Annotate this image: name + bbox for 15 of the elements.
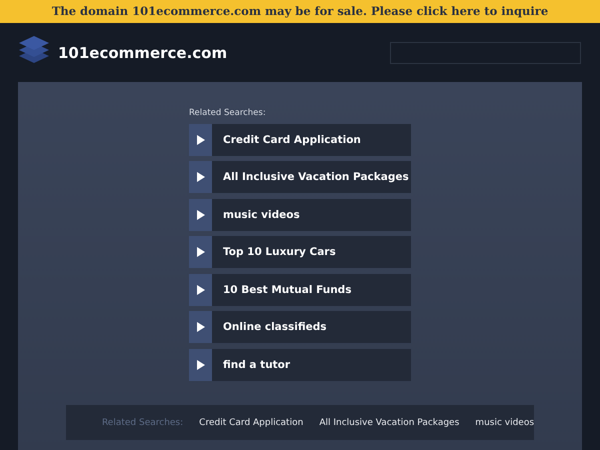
related-searches-label: Related Searches:: [189, 108, 267, 118]
related-search-link[interactable]: music videos: [475, 418, 534, 428]
related-searches-label: Related Searches:: [102, 418, 184, 428]
related-search-link[interactable]: All Inclusive Vacation Packages: [319, 418, 460, 428]
sale-banner-link[interactable]: The domain 101ecommerce.com may be for sale. Please click here to inquire: [0, 0, 600, 23]
related-search-link[interactable]: find a tutor: [212, 348, 411, 380]
related-search-link[interactable]: All Inclusive Vacation Packages: [212, 161, 411, 193]
related-search-link[interactable]: Online classifieds: [212, 311, 411, 343]
related-search-link[interactable]: music videos: [212, 198, 411, 230]
related-search-link[interactable]: Credit Card Application: [199, 418, 304, 428]
related-search-link[interactable]: 10 Best Mutual Funds: [212, 274, 411, 306]
search-field[interactable]: [390, 42, 581, 64]
related-search-link[interactable]: Top 10 Luxury Cars: [212, 236, 411, 268]
site-name: 101ecommerce.com: [58, 44, 228, 62]
related-search-link[interactable]: Credit Card Application: [212, 124, 411, 156]
